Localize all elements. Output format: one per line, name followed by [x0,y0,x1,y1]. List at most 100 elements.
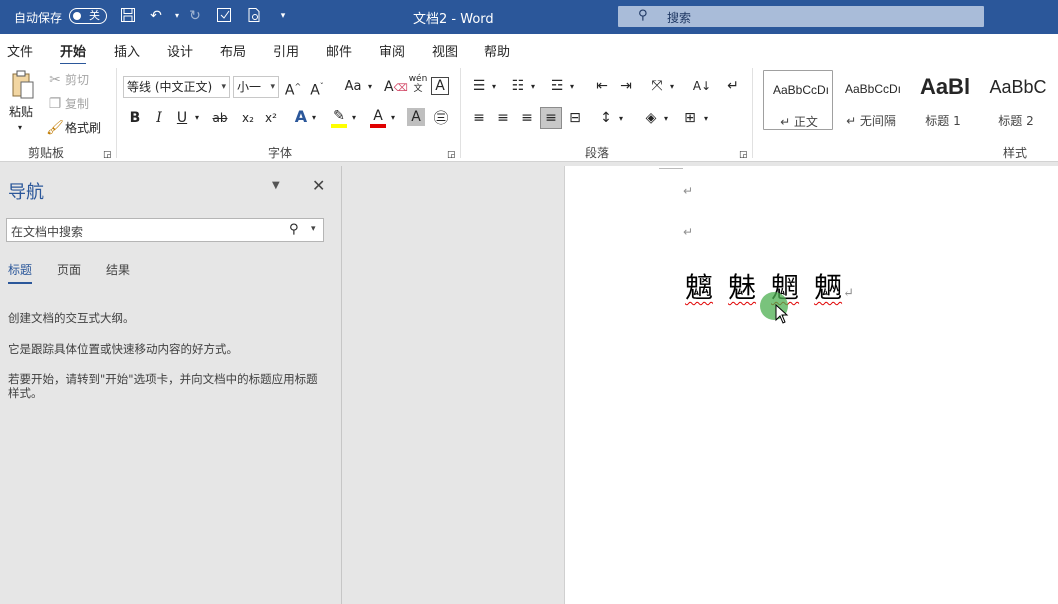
change-case-button[interactable]: Aa [338,77,368,97]
document-char: 魅 [728,271,757,304]
font-color-dropdown-icon[interactable]: ▾ [391,109,395,127]
close-icon[interactable]: ✕ [312,176,325,195]
title-search-box[interactable]: ⚲ 搜索 [618,6,984,27]
print-preview-icon[interactable] [245,7,263,25]
align-center-icon[interactable]: ≡ [493,108,513,128]
phonetic-guide-label: wén [408,74,428,84]
text-effects-icon[interactable]: A [291,107,311,127]
align-right-icon[interactable]: ≡ [517,108,537,128]
tab-help[interactable]: 帮助 [484,41,510,60]
change-case-dropdown-icon[interactable]: ▾ [368,78,372,96]
style-name: 标题 2 [998,114,1034,128]
style-no-spacing[interactable]: AaBbCcDı ↵ 无间隔 [836,70,906,134]
phonetic-guide-icon[interactable]: wén 文 [408,74,428,94]
divider [116,68,117,158]
customize-toolbar-icon[interactable]: ▾ [274,7,292,25]
underline-button[interactable]: U [172,108,192,128]
undo-dropdown-icon[interactable]: ▾ [168,7,186,25]
shading-icon[interactable]: ◈ [641,108,661,128]
multilevel-list-icon[interactable]: ☲ [547,76,567,96]
chinese-layout-icon[interactable]: ⤧ [647,76,667,96]
style-sample: AaBbC [989,77,1047,97]
distributed-icon[interactable]: ⊟ [565,108,585,128]
shading-dropdown-icon[interactable]: ▾ [664,110,668,128]
tab-references[interactable]: 引用 [273,41,299,60]
search-icon[interactable]: ⚲ [289,222,299,237]
clear-formatting-icon[interactable]: A⌫ [384,77,408,97]
numbering-icon[interactable]: ☷ [508,76,528,96]
bold-button[interactable]: B [125,108,145,128]
nav-search-input[interactable]: 在文档中搜索 ⚲ ▾ [6,218,324,242]
strikethrough-button[interactable]: ab [210,108,230,128]
style-heading-2[interactable]: AaBbC 标题 2 [981,70,1051,134]
save-icon[interactable] [119,7,137,25]
font-launcher-icon[interactable]: ◲ [447,146,456,164]
chevron-down-icon[interactable]: ▼ [272,180,280,191]
highlight-icon[interactable]: ✎ [329,106,349,128]
borders-dropdown-icon[interactable]: ▾ [704,110,708,128]
borders-icon[interactable]: ⊞ [680,108,700,128]
paragraph-launcher-icon[interactable]: ◲ [739,146,748,164]
grow-font-icon[interactable]: A^ [283,77,303,99]
style-heading-1[interactable]: AaBl 标题 1 [908,70,978,134]
multilevel-dropdown-icon[interactable]: ▾ [570,78,574,96]
redo-icon[interactable]: ↻ [186,7,204,25]
italic-button[interactable]: I [149,108,169,128]
tab-layout[interactable]: 布局 [220,41,246,60]
font-name-combo[interactable]: 等线 (中文正文) ▾ [123,76,230,98]
tab-insert[interactable]: 插入 [114,41,140,60]
enclose-characters-icon[interactable]: ㊂ [431,108,451,128]
check-in-icon[interactable] [215,7,233,25]
nav-tab-headings[interactable]: 标题 [8,261,33,284]
align-left-icon[interactable]: ≡ [469,108,489,128]
tab-file[interactable]: 文件 [7,41,33,60]
document-page[interactable]: ↵ ↵ 魑魅魍魉↵ [564,166,1058,604]
decrease-indent-icon[interactable]: ⇤ [592,76,612,96]
tab-home[interactable]: 开始 [60,41,87,66]
increase-indent-icon[interactable]: ⇥ [616,76,636,96]
sort-icon[interactable]: A↓ [692,76,712,96]
chinese-layout-dropdown-icon[interactable]: ▾ [670,78,674,96]
bullets-dropdown-icon[interactable]: ▾ [492,78,496,96]
style-normal[interactable]: AaBbCcDı ↵ 正文 [763,70,833,130]
clipboard-group-label: 剪贴板 [28,146,65,160]
ribbon-tabs: 文件 开始 插入 设计 布局 引用 邮件 审阅 视图 帮助 [0,34,1058,66]
undo-icon[interactable]: ↶ [147,7,165,25]
highlight-dropdown-icon[interactable]: ▾ [352,109,356,127]
character-border-icon[interactable]: A [431,77,449,95]
cut-button[interactable]: 剪切 [65,71,89,89]
document-char: 魑 [685,271,714,304]
superscript-button[interactable]: x² [261,108,281,128]
line-spacing-dropdown-icon[interactable]: ▾ [619,110,623,128]
font-color-icon[interactable]: A [368,106,388,128]
style-name: 标题 1 [925,114,961,128]
numbering-dropdown-icon[interactable]: ▾ [531,78,535,96]
paste-icon[interactable] [10,70,36,102]
justify-icon[interactable]: ≡ [540,107,562,129]
text-effects-dropdown-icon[interactable]: ▾ [312,109,316,127]
paste-dropdown-icon[interactable]: ▾ [18,119,22,137]
nav-search-placeholder: 在文档中搜索 [11,225,84,239]
underline-dropdown-icon[interactable]: ▾ [195,109,199,127]
autosave-toggle[interactable]: 关 [69,8,107,24]
paragraph-mark: ↵ [683,184,694,198]
font-size-value: 小一 [237,80,262,94]
chevron-down-icon[interactable]: ▾ [311,224,316,234]
font-size-combo[interactable]: 小一 ▾ [233,76,279,98]
nav-tab-results[interactable]: 结果 [106,261,130,278]
tab-design[interactable]: 设计 [167,41,193,60]
tab-view[interactable]: 视图 [432,41,458,60]
show-hide-marks-icon[interactable]: ↵ [723,76,743,96]
subscript-button[interactable]: x₂ [238,108,258,128]
shrink-font-icon[interactable]: Aˇ [307,77,327,99]
copy-button[interactable]: 复制 [65,95,89,113]
clipboard-launcher-icon[interactable]: ◲ [103,146,112,164]
line-spacing-icon[interactable]: ↕ [596,108,616,128]
tab-review[interactable]: 审阅 [379,41,405,60]
bullets-icon[interactable]: ☰ [469,76,489,96]
document-char: 魉 [814,271,843,304]
format-painter-button[interactable]: 格式刷 [65,119,101,137]
character-shading-icon[interactable]: A [407,108,425,126]
tab-mailings[interactable]: 邮件 [326,41,352,60]
nav-tab-pages[interactable]: 页面 [57,261,81,278]
